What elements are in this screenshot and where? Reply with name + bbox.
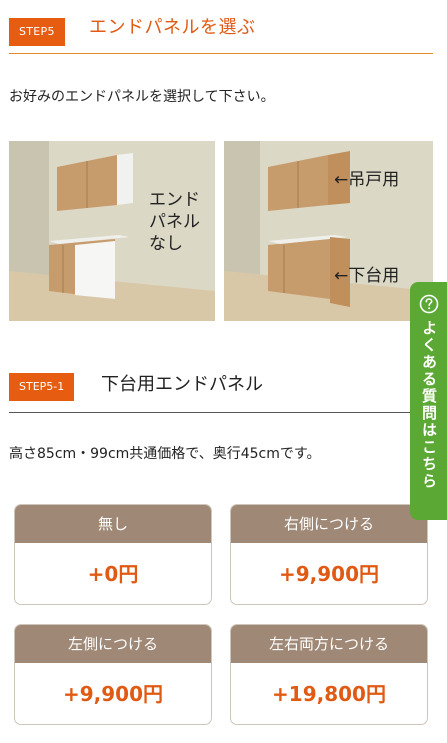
option-price: +19,800円 — [272, 682, 386, 706]
option-both-sides-button[interactable]: 左右両方につける +19,800円 — [230, 624, 428, 725]
faq-floating-tab[interactable]: よくある質問はこちら — [410, 282, 447, 520]
option-label: 左右両方につける — [231, 625, 427, 663]
question-circle-icon — [419, 294, 438, 314]
option-label: 無し — [15, 505, 211, 543]
option-right-side-button[interactable]: 右側につける +9,900円 — [230, 504, 428, 605]
illustration-no-end-panel: エンド パネル なし — [9, 141, 215, 321]
illustration-with-end-panels: ←吊戸用 ←下台用 — [224, 141, 433, 321]
option-label: 右側につける — [231, 505, 427, 543]
step5-intro-text: お好みのエンドパネルを選択して下さい。 — [9, 89, 275, 105]
option-price: +9,900円 — [278, 562, 380, 586]
option-price: +9,900円 — [62, 682, 164, 706]
option-price: +0円 — [87, 562, 139, 586]
step5-1-header: STEP5-1 下台用エンドパネル — [9, 370, 433, 413]
step5-1-description: 高さ85cm・99cm共通価格で、奥行45cmです。 — [9, 446, 321, 462]
option-none-button[interactable]: 無し +0円 — [14, 504, 212, 605]
step5-title: エンドパネルを選ぶ — [89, 17, 256, 38]
lower-panel-caption: ←下台用 — [334, 266, 400, 286]
step5-1-title: 下台用エンドパネル — [101, 374, 263, 395]
step5-header: STEP5 エンドパネルを選ぶ — [9, 14, 433, 54]
option-left-side-button[interactable]: 左側につける +9,900円 — [14, 624, 212, 725]
faq-label: よくある質問はこちら — [420, 320, 438, 490]
option-label: 左側につける — [15, 625, 211, 663]
no-end-panel-caption: エンド パネル なし — [149, 190, 200, 254]
step5-1-badge: STEP5-1 — [9, 373, 75, 401]
upper-panel-caption: ←吊戸用 — [334, 170, 400, 190]
step5-badge: STEP5 — [9, 18, 65, 46]
